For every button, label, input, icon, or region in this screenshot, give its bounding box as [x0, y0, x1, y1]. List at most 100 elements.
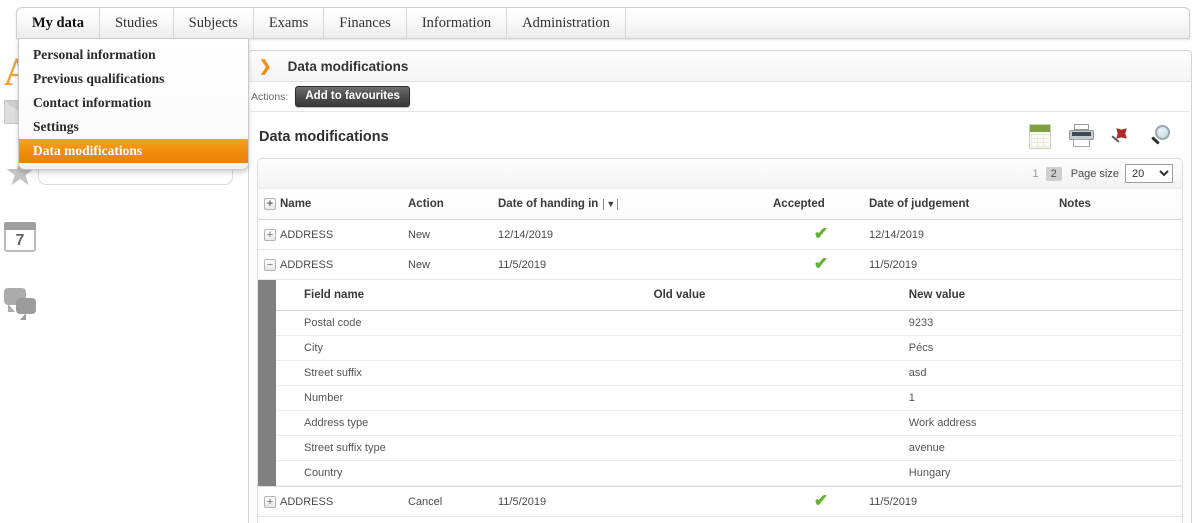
page-number-2[interactable]: 2: [1046, 167, 1062, 181]
expand-row-icon[interactable]: +: [264, 229, 276, 241]
check-icon: ✔: [814, 491, 828, 510]
menu-item-information[interactable]: Information: [407, 8, 507, 38]
cell-action: New: [408, 220, 488, 250]
collapse-row-icon[interactable]: −: [264, 259, 276, 271]
menu-item-administration[interactable]: Administration: [507, 8, 626, 38]
print-icon[interactable]: [1069, 124, 1095, 150]
cell-date-of-handing-in: 12/14/2019: [488, 220, 773, 250]
expand-all-icon[interactable]: +: [264, 198, 276, 210]
cell-accepted: ✔: [773, 250, 869, 280]
header-name[interactable]: Name: [280, 189, 408, 220]
cell-notes: [1059, 220, 1179, 250]
page-header: Data modifications: [249, 112, 1191, 158]
detail-cell-field-name: Number: [276, 386, 654, 411]
toolbar-icons: [1029, 124, 1183, 150]
dropdown-item-data-modifications[interactable]: Data modifications: [19, 139, 248, 163]
breadcrumb-title: Data modifications: [288, 59, 409, 74]
page-size-select[interactable]: 20: [1125, 164, 1173, 183]
dropdown-item-personal-information[interactable]: Personal information: [19, 43, 248, 67]
detail-cell-old-value: [654, 386, 909, 411]
row-expander-cell[interactable]: +: [258, 220, 280, 250]
row-expander-cell[interactable]: +: [258, 487, 280, 517]
dropdown-item-contact-information[interactable]: Contact information: [19, 91, 248, 115]
menu-item-subjects[interactable]: Subjects: [174, 8, 254, 38]
row-expander-cell[interactable]: +: [258, 517, 280, 523]
table-row[interactable]: + ADDRESS Cancel 11/5/2019 ✔ 11/5/2019 +: [258, 487, 1183, 517]
breadcrumb: ❯ Data modifications: [249, 51, 1191, 82]
header-date-of-handing-in-label: Date of handing in: [498, 198, 598, 210]
detail-header-new-value: New value: [909, 280, 1183, 311]
calendar-day-number: 7: [6, 232, 34, 250]
detail-cell-old-value: [654, 311, 909, 336]
header-notes[interactable]: Notes: [1059, 189, 1179, 220]
cell-name: ADDRESS: [280, 487, 408, 517]
detail-cell-old-value: [654, 336, 909, 361]
actions-bar: Actions: Add to favourites: [249, 82, 1191, 111]
detail-table-row: City Pécs: [276, 336, 1183, 361]
menu-bar-filler: [626, 8, 1189, 38]
table-row[interactable]: − ADDRESS New 11/5/2019 ✔ 11/5/2019 +: [258, 250, 1183, 280]
detail-table-row: Number 1: [276, 386, 1183, 411]
page-number-1[interactable]: 1: [1027, 167, 1043, 181]
detail-indent-bar: [258, 280, 276, 486]
cell-action: Cancel: [408, 487, 488, 517]
detail-cell-new-value: avenue: [909, 436, 1183, 461]
dropdown-item-settings[interactable]: Settings: [19, 115, 248, 139]
cell-row-action[interactable]: +: [1179, 220, 1183, 250]
check-icon: ✔: [814, 254, 828, 273]
page-size-label: Page size: [1071, 168, 1119, 180]
chat-bubbles-icon[interactable]: [4, 288, 44, 330]
detail-cell-field-name: Street suffix: [276, 361, 654, 386]
cell-date-of-judgement: 11/5/2019: [869, 487, 1059, 517]
cell-name: ADDRESS: [280, 250, 408, 280]
cell-date-of-judgement: 11/5/2019: [869, 250, 1059, 280]
my-data-dropdown-menu: Personal information Previous qualificat…: [18, 39, 249, 170]
detail-cell-field-name: Street suffix type: [276, 436, 654, 461]
detail-table-row: Postal code 9233: [276, 311, 1183, 336]
application-window: A ★ 7 My data Studies Subjects Exams Fin…: [0, 0, 1200, 523]
table-row[interactable]: + ADDRESS New 12/14/2019 ✔ 12/14/2019 +: [258, 220, 1183, 250]
detail-cell-field-name: City: [276, 336, 654, 361]
detail-header-old-value: Old value: [654, 280, 909, 311]
expand-row-icon[interactable]: +: [264, 496, 276, 508]
cell-date-of-judgement: 11/5/2019: [869, 517, 1059, 523]
cell-row-action[interactable]: +: [1179, 487, 1183, 517]
field-changes-table: Field name Old value New value Postal co…: [276, 280, 1183, 486]
cell-accepted: ✔: [773, 517, 869, 523]
add-to-favourites-button[interactable]: Add to favourites: [295, 86, 410, 107]
menu-item-exams[interactable]: Exams: [254, 8, 324, 38]
menu-item-finances[interactable]: Finances: [324, 8, 407, 38]
detail-cell-old-value: [654, 461, 909, 486]
cell-action: New: [408, 250, 488, 280]
header-accepted[interactable]: Accepted: [773, 189, 869, 220]
table-row[interactable]: + ADDRESS New 11/5/2019 ✔ 11/5/2019 +: [258, 517, 1183, 523]
cell-row-action[interactable]: +: [1179, 517, 1183, 523]
detail-row: Field name Old value New value Postal co…: [258, 280, 1183, 488]
table-header-row: + Name Action Date of handing in▼ Accept…: [258, 189, 1183, 220]
data-modifications-table: + Name Action Date of handing in▼ Accept…: [258, 189, 1183, 523]
detail-cell-new-value: 1: [909, 386, 1183, 411]
header-action[interactable]: Action: [408, 189, 488, 220]
page-title: Data modifications: [259, 129, 389, 145]
cell-row-action[interactable]: +: [1179, 250, 1183, 280]
header-expand-all[interactable]: +: [258, 189, 280, 220]
cell-action: New: [408, 517, 488, 523]
menu-item-my-data[interactable]: My data: [17, 8, 100, 38]
cell-notes: [1059, 487, 1179, 517]
dropdown-item-previous-qualifications[interactable]: Previous qualifications: [19, 67, 248, 91]
cell-date-of-judgement: 12/14/2019: [869, 220, 1059, 250]
pager-bar: 1 2 Page size 20: [258, 159, 1182, 189]
pushpin-icon[interactable]: [1109, 124, 1135, 150]
menu-item-studies[interactable]: Studies: [100, 8, 174, 38]
detail-cell-field-name: Postal code: [276, 311, 654, 336]
main-menu-bar: My data Studies Subjects Exams Finances …: [16, 7, 1190, 39]
row-expander-cell[interactable]: −: [258, 250, 280, 280]
calendar-icon[interactable]: 7: [4, 222, 44, 264]
detail-header-row: Field name Old value New value: [276, 280, 1183, 311]
header-date-of-judgement[interactable]: Date of judgement: [869, 189, 1059, 220]
magnifier-icon[interactable]: [1149, 124, 1175, 150]
export-xls-icon[interactable]: [1029, 124, 1055, 150]
header-date-of-handing-in[interactable]: Date of handing in▼: [488, 189, 773, 220]
detail-header-field-name: Field name: [276, 280, 654, 311]
content-pane: ❯ Data modifications Actions: Add to fav…: [248, 50, 1192, 523]
